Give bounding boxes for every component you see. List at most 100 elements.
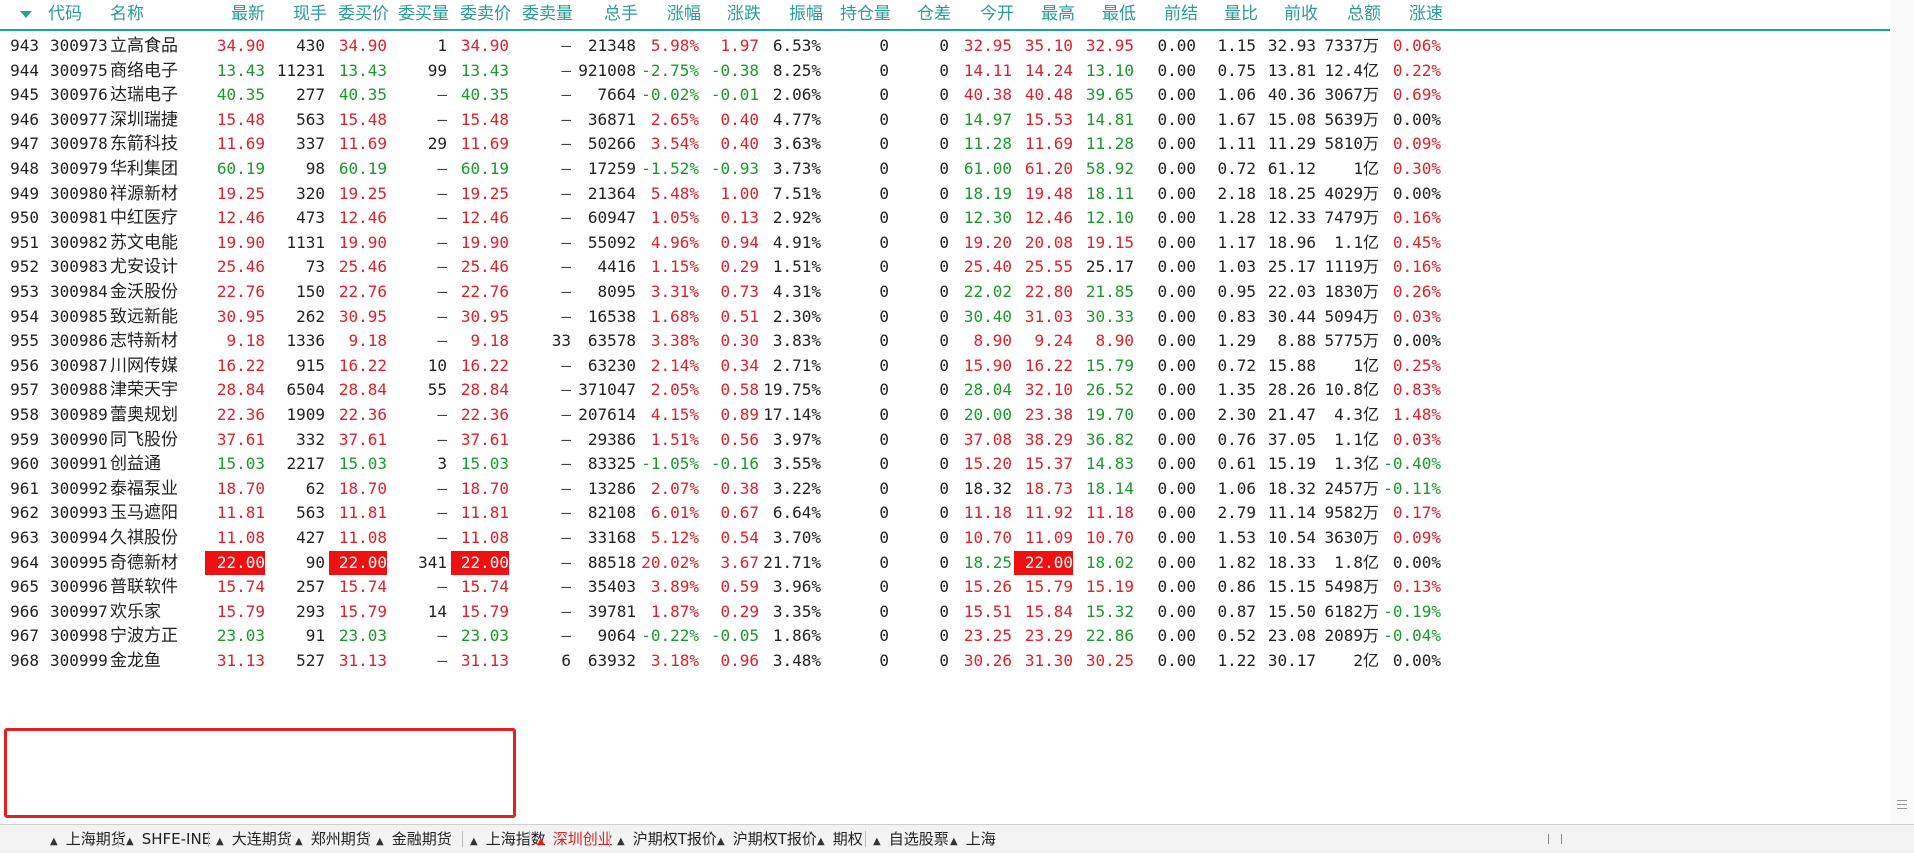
tab-triangle-icon: ▲ (295, 836, 303, 847)
tab-separator (709, 831, 710, 847)
column-header[interactable]: 最低 (1075, 0, 1136, 29)
tab-triangle-icon: ▲ (817, 836, 825, 847)
column-header[interactable]: 涨跌 (701, 0, 761, 29)
cell-oid: 0 (939, 651, 949, 670)
tab-separator (368, 831, 369, 847)
tab-market[interactable]: ▲ 上海指数 (470, 825, 546, 853)
tab-separator (287, 831, 288, 847)
tab-market[interactable]: ▲ 上海 (950, 825, 996, 853)
cell-name: 金龙鱼 (110, 651, 161, 671)
cell-amp: 3.48% (772, 651, 821, 670)
tab-market[interactable]: ▲ SHFE-INE (126, 825, 211, 853)
column-header[interactable]: 今开 (951, 0, 1014, 29)
tab-label: 深圳创业 (552, 830, 613, 848)
cell-last: 31.13 (216, 651, 265, 670)
market-tab-bar: ▲ 上海期货 ▲ SHFE-INE ▲ 大连期货 ▲ 郑州期货 ▲ 金融期货 ▲ 上海指数 ▲ 深圳创业 ▲… (0, 824, 1914, 853)
tab-label: 郑州期货 (310, 830, 371, 848)
cell-bidv: — (437, 651, 447, 670)
column-header[interactable]: 委卖量 (511, 0, 573, 29)
cell-vol: 527 (296, 651, 325, 670)
tab-label: 自选股票 (888, 830, 949, 848)
cell-ask: 31.13 (460, 651, 509, 670)
column-header[interactable]: 涨幅 (638, 0, 701, 29)
column-header[interactable]: 量比 (1198, 0, 1258, 29)
cell-askv: 6 (561, 651, 571, 670)
cell-vr: 1.22 (1217, 651, 1256, 670)
tab-market[interactable]: ▲ 郑州期货 (295, 825, 371, 853)
cell-speed: 0.00% (1392, 651, 1441, 670)
column-header[interactable]: 最新 (200, 0, 265, 29)
tab-separator (462, 831, 463, 847)
cell-high: 31.30 (1024, 651, 1073, 670)
tab-market[interactable]: ▲ 沪期权T报价 (717, 825, 817, 853)
tab-market[interactable]: ▲ 期权 (817, 825, 863, 853)
tab-triangle-icon: ▲ (537, 836, 545, 847)
cell-amt: 2亿 (1353, 651, 1379, 670)
tab-separator (118, 831, 119, 847)
tab-market[interactable]: ▲ 自选股票 (873, 825, 949, 853)
tab-label: 上海期货 (65, 830, 126, 848)
cell-code: 300999 (50, 651, 108, 670)
tab-separator (809, 831, 810, 847)
cell-idx: 968 (10, 651, 39, 670)
cell-prev: 30.17 (1267, 651, 1316, 670)
column-header[interactable]: 最高 (1014, 0, 1075, 29)
tab-separator (529, 831, 530, 847)
cell-low: 30.25 (1085, 651, 1134, 670)
cell-last: 22.00 (205, 550, 265, 575)
tab-market[interactable]: ▲ 上海期货 (50, 825, 126, 853)
column-header[interactable]: 总手 (573, 0, 638, 29)
column-header[interactable]: 仓差 (891, 0, 951, 29)
column-header[interactable]: 名称 (110, 0, 180, 29)
tab-label: 沪期权T报价 (632, 830, 717, 848)
tab-separator (865, 831, 866, 847)
cell-open: 30.26 (963, 651, 1012, 670)
tab-label: 大连期货 (231, 830, 292, 848)
column-header[interactable]: 前结 (1136, 0, 1198, 29)
vertical-scrollbar[interactable] (1890, 0, 1914, 824)
tab-label: 期权 (832, 830, 863, 848)
cell-high: 22.00 (1014, 550, 1073, 575)
cell-ask: 22.00 (451, 550, 509, 575)
horizontal-scroll-grip-icon[interactable] (1548, 834, 1562, 844)
tab-label: 金融期货 (391, 830, 452, 848)
cell-pct: 3.18% (650, 651, 699, 670)
tab-triangle-icon: ▲ (126, 836, 134, 847)
tab-triangle-icon: ▲ (717, 836, 725, 847)
column-header[interactable]: 委买价 (327, 0, 389, 29)
tab-triangle-icon: ▲ (376, 836, 384, 847)
column-header[interactable]: 持仓量 (823, 0, 891, 29)
column-header-row: 代码 名称 最新 现手 委买价 委买量 委卖价 委卖量 总手 涨幅 涨跌 振幅 持仓量 仓差 今开 最高 最低前… (0, 0, 1890, 31)
tab-separator (609, 831, 610, 847)
column-header[interactable]: 振幅 (761, 0, 823, 29)
column-header[interactable]: 现手 (265, 0, 327, 29)
sort-down-icon[interactable] (20, 11, 32, 18)
tab-market[interactable]: ▲ 大连期货 (216, 825, 292, 853)
tab-separator (942, 831, 943, 847)
tab-triangle-icon: ▲ (617, 836, 625, 847)
tab-triangle-icon: ▲ (950, 836, 958, 847)
tab-triangle-icon: ▲ (50, 836, 58, 847)
cell-bid: 22.00 (329, 550, 387, 575)
selection-highlight-box (4, 728, 516, 818)
column-header[interactable]: 前收 (1258, 0, 1318, 29)
tab-market[interactable]: ▲ 沪期权T报价 (617, 825, 717, 853)
tab-triangle-icon: ▲ (470, 836, 478, 847)
cell-pset: 0.00 (1157, 651, 1196, 670)
cell-oi: 0 (879, 651, 889, 670)
column-header[interactable]: 总额 (1318, 0, 1381, 29)
column-header[interactable]: 涨速 (1381, 0, 1443, 29)
table-row[interactable]: 968 300999 金龙鱼 31.13 527 31.13 — 31.13 6 63932 3.1… (0, 646, 1890, 676)
tab-market[interactable]: ▲ 深圳创业 (537, 825, 613, 853)
cell-total: 63932 (587, 651, 636, 670)
column-header[interactable]: 委卖价 (449, 0, 511, 29)
cell-chg: 0.96 (720, 651, 759, 670)
tab-market[interactable]: ▲ 金融期货 (376, 825, 452, 853)
column-header[interactable]: 委买量 (389, 0, 449, 29)
tab-label: SHFE-INE (141, 830, 212, 848)
tab-triangle-icon: ▲ (873, 836, 881, 847)
tab-label: 上海 (965, 830, 996, 848)
tab-label: 沪期权T报价 (732, 830, 817, 848)
column-header[interactable]: 代码 (48, 0, 108, 29)
vertical-scroll-grip-icon[interactable] (1897, 800, 1907, 814)
